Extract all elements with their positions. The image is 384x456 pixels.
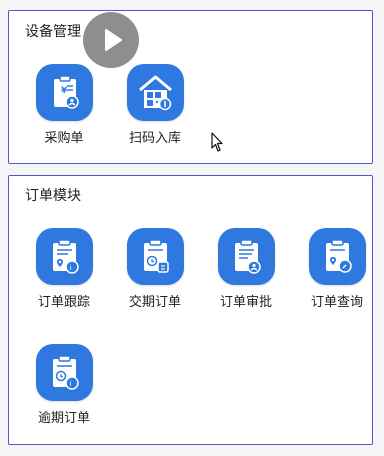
tile-label: 扫码入库 bbox=[128, 131, 181, 146]
order-approval-icon bbox=[218, 228, 275, 285]
tile-label: 逾期订单 bbox=[37, 411, 90, 426]
scan-warehouse-icon bbox=[127, 64, 184, 121]
tile-label: 订单跟踪 bbox=[37, 295, 90, 310]
tile-purchase-order[interactable]: ¥ 采购单 bbox=[24, 64, 104, 154]
delivery-order-icon bbox=[127, 228, 184, 285]
order-module-panel: 订单模块 i 订单跟踪 交期订单 订单审批 订单查询 i 逾期订单 bbox=[8, 175, 373, 445]
tile-label: 交期订单 bbox=[128, 295, 181, 310]
tile-delivery-order[interactable]: 交期订单 bbox=[115, 228, 195, 318]
svg-text:i: i bbox=[70, 264, 72, 272]
tile-order-query[interactable]: 订单查询 bbox=[297, 228, 377, 318]
overdue-order-icon: i bbox=[36, 344, 93, 401]
order-tracking-icon: i bbox=[36, 228, 93, 285]
svg-text:i: i bbox=[70, 380, 72, 388]
device-management-panel: 设备管理 ¥ 采购单 扫码入库 bbox=[8, 10, 373, 164]
tile-overdue-order[interactable]: i 逾期订单 bbox=[24, 344, 104, 434]
section-title-order-module: 订单模块 bbox=[25, 188, 81, 204]
svg-text:¥: ¥ bbox=[61, 86, 68, 96]
tile-label: 订单审批 bbox=[219, 295, 272, 310]
order-query-icon bbox=[309, 228, 366, 285]
purchase-order-icon: ¥ bbox=[36, 64, 93, 121]
tile-label: 订单查询 bbox=[310, 295, 363, 310]
tile-order-tracking[interactable]: i 订单跟踪 bbox=[24, 228, 104, 318]
tile-scan-warehouse[interactable]: 扫码入库 bbox=[115, 64, 195, 154]
section-title-device-management: 设备管理 bbox=[25, 24, 81, 40]
tile-label: 采购单 bbox=[44, 131, 84, 146]
play-icon[interactable] bbox=[83, 12, 139, 68]
mouse-cursor-icon bbox=[211, 132, 225, 154]
tile-order-approval[interactable]: 订单审批 bbox=[206, 228, 286, 318]
